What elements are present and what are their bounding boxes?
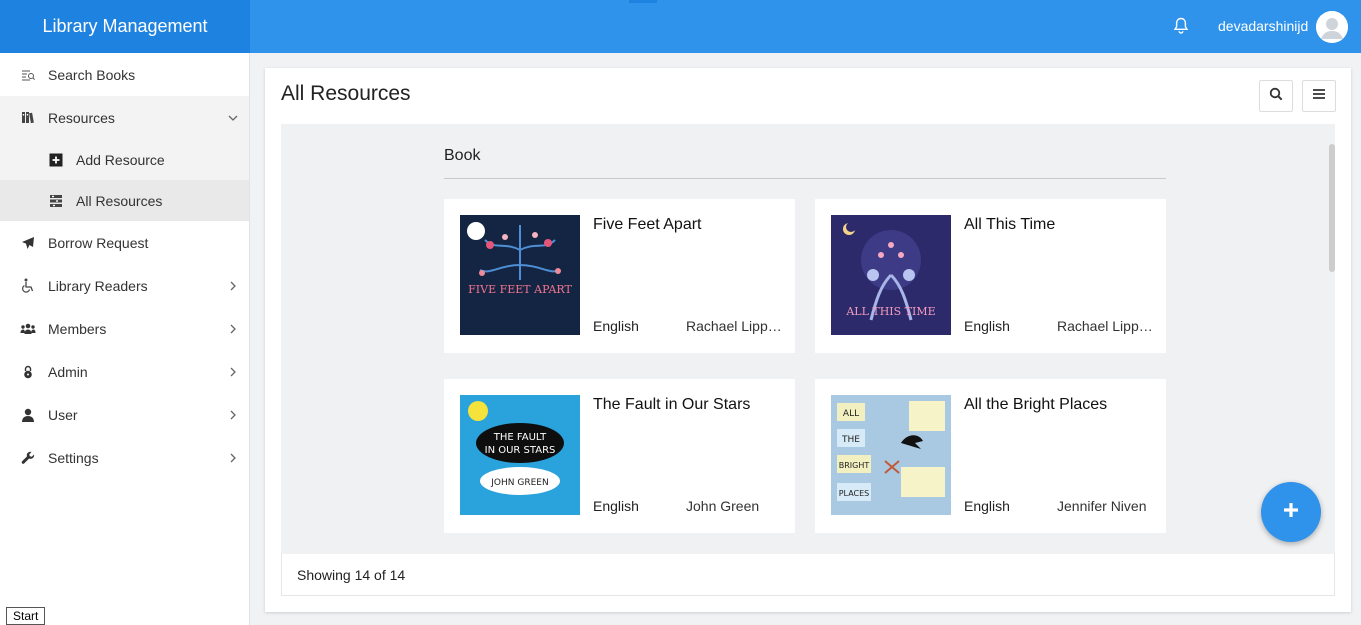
pagination-summary: Showing 14 of 14 <box>281 554 1335 596</box>
section-divider <box>444 178 1166 179</box>
book-author: Jennifer Niven <box>1057 498 1147 514</box>
username[interactable]: devadarshinijd <box>1218 18 1308 34</box>
chevron-down-icon <box>227 111 239 123</box>
top-bar: Library Management devadarshinijd <box>0 0 1361 53</box>
bell-icon[interactable] <box>1173 17 1189 35</box>
book-cover[interactable]: FIVE FEET APART <box>460 215 580 335</box>
chevron-right-icon <box>227 322 239 334</box>
user-icon <box>20 407 36 423</box>
chevron-right-icon <box>227 279 239 291</box>
book-language: English <box>593 318 639 334</box>
sidebar-item-add-resource[interactable]: Add Resource <box>0 139 249 180</box>
book-author: Rachael Lippincott <box>686 318 782 334</box>
hamburger-icon <box>1312 87 1326 105</box>
wrench-icon <box>20 450 36 466</box>
scrollbar[interactable] <box>1329 144 1335 272</box>
sidebar-item-settings[interactable]: Settings <box>0 436 249 479</box>
sidebar-item-search-books[interactable]: Search Books <box>0 53 249 96</box>
sidebar-item-label: Admin <box>48 363 88 380</box>
wheelchair-icon <box>20 278 36 294</box>
search-list-icon <box>20 67 36 83</box>
book-author: Rachael Lippincott <box>1057 318 1153 334</box>
sidebar-item-label: Members <box>48 320 107 337</box>
book-card[interactable]: THE FAULT IN OUR STARS JOHN GREEN The Fa… <box>444 379 795 533</box>
add-resource-fab[interactable] <box>1261 482 1321 542</box>
paper-plane-icon <box>20 235 36 251</box>
book-cover[interactable]: ALL THE BRIGHT PLACES <box>831 395 951 515</box>
cover-text: BRIGHT <box>839 461 870 470</box>
start-tooltip: Start <box>6 607 46 625</box>
sidebar-item-resources[interactable]: Resources <box>0 96 249 139</box>
sidebar-item-all-resources[interactable]: All Resources <box>0 180 249 221</box>
book-card[interactable]: ALL THIS TIME All This Time English Rach… <box>815 199 1166 353</box>
books-icon <box>20 110 36 126</box>
cover-text: JOHN GREEN <box>490 478 548 488</box>
cover-text: THE FAULT <box>493 432 547 443</box>
resource-list[interactable]: Book FIVE FEET APART Five Feet Apart Eng… <box>281 124 1335 554</box>
cover-text: FIVE FEET APART <box>468 283 572 296</box>
sidebar-item-label: All Resources <box>76 192 163 209</box>
book-language: English <box>964 318 1010 334</box>
cover-text: IN OUR STARS <box>485 445 556 456</box>
sidebar-item-label: User <box>48 406 78 423</box>
page-title: All Resources <box>281 82 411 105</box>
top-indicator <box>629 0 657 3</box>
sidebar-item-label: Borrow Request <box>48 234 149 251</box>
lock-icon <box>20 364 36 380</box>
section-heading: Book <box>444 147 481 164</box>
book-language: English <box>593 498 639 514</box>
list-icon <box>48 193 64 209</box>
menu-button[interactable] <box>1302 80 1336 112</box>
sidebar-item-label: Library Readers <box>48 277 148 294</box>
book-cover[interactable]: ALL THIS TIME <box>831 215 951 335</box>
users-icon <box>20 321 36 337</box>
resources-card: All Resources Book FIVE FEET APART Five … <box>265 68 1351 612</box>
chevron-right-icon <box>227 451 239 463</box>
book-language: English <box>964 498 1010 514</box>
sidebar-item-members[interactable]: Members <box>0 307 249 350</box>
search-button[interactable] <box>1259 80 1293 112</box>
book-cover[interactable]: THE FAULT IN OUR STARS JOHN GREEN <box>460 395 580 515</box>
cover-text: ALL <box>843 409 859 419</box>
book-author: John Green <box>686 498 760 514</box>
cover-text: THE <box>841 435 860 445</box>
avatar[interactable] <box>1316 11 1348 43</box>
search-icon <box>1269 87 1283 106</box>
app-title[interactable]: Library Management <box>0 0 250 53</box>
plus-square-icon <box>48 152 64 168</box>
cover-text: ALL THIS TIME <box>845 305 935 318</box>
chevron-right-icon <box>227 408 239 420</box>
sidebar-item-library-readers[interactable]: Library Readers <box>0 264 249 307</box>
chevron-right-icon <box>227 365 239 377</box>
book-card[interactable]: ALL THE BRIGHT PLACES All the Bright Pla… <box>815 379 1166 533</box>
plus-icon <box>1282 501 1300 524</box>
cover-text: PLACES <box>839 489 870 498</box>
book-title[interactable]: The Fault in Our Stars <box>593 396 750 414</box>
sidebar-item-label: Settings <box>48 449 99 466</box>
book-card[interactable]: FIVE FEET APART Five Feet Apart English … <box>444 199 795 353</box>
sidebar-item-label: Resources <box>48 109 115 126</box>
book-title[interactable]: Five Feet Apart <box>593 216 702 234</box>
sidebar-item-admin[interactable]: Admin <box>0 350 249 393</box>
sidebar-item-borrow-request[interactable]: Borrow Request <box>0 221 249 264</box>
sidebar-item-label: Add Resource <box>76 151 165 168</box>
sidebar-item-user[interactable]: User <box>0 393 249 436</box>
book-title[interactable]: All This Time <box>964 216 1055 234</box>
sidebar-item-label: Search Books <box>48 66 136 83</box>
sidebar: Search Books Resources Add Resource All … <box>0 53 250 625</box>
book-title[interactable]: All the Bright Places <box>964 396 1107 414</box>
